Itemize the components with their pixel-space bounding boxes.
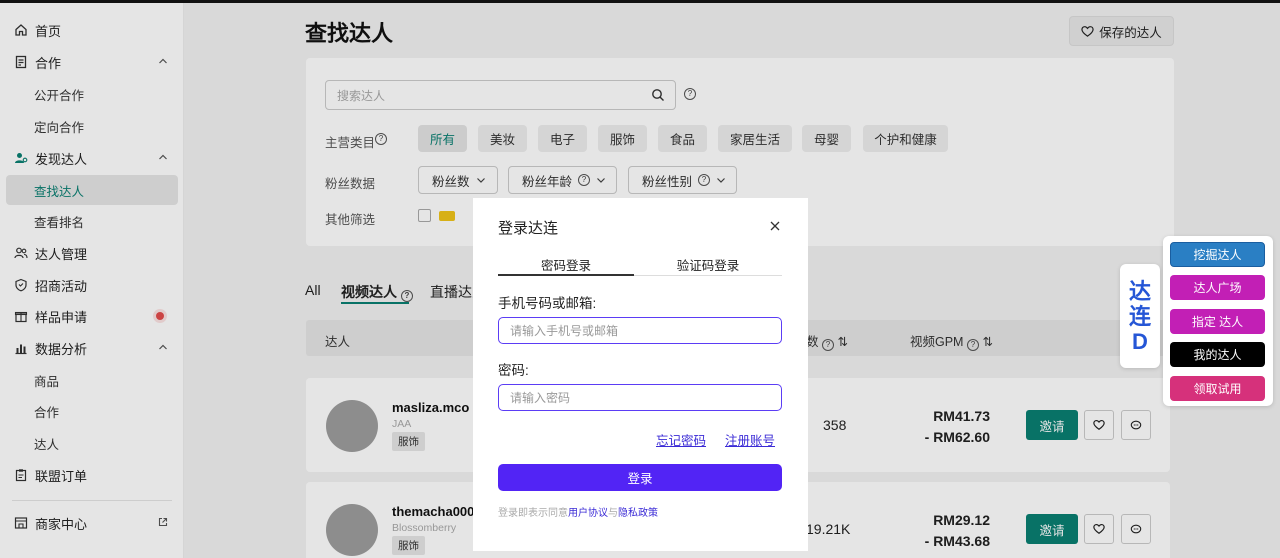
logo-char: 连 <box>1128 303 1151 329</box>
terms-text: 登录即表示同意用户协议与隐私政策 <box>498 504 658 519</box>
extension-free-trial-button[interactable]: 领取试用 <box>1170 376 1265 401</box>
extension-my-creators-button[interactable]: 我的达人 <box>1170 342 1265 367</box>
password-label: 密码: <box>498 363 529 378</box>
phone-label: 手机号码或邮箱: <box>498 296 597 311</box>
register-link[interactable]: 注册账号 <box>725 430 775 449</box>
modal-title: 登录达连 <box>498 220 559 237</box>
window-top-border <box>0 0 1280 3</box>
extension-logo[interactable]: 达 连 D <box>1120 264 1160 368</box>
login-button[interactable]: 登录 <box>498 464 782 491</box>
privacy-policy-link[interactable]: 隐私政策 <box>618 508 658 519</box>
tab-code-login[interactable]: 验证码登录 <box>640 255 776 274</box>
user-agreement-link[interactable]: 用户协议 <box>568 508 608 519</box>
forgot-password-link[interactable]: 忘记密码 <box>656 430 706 449</box>
extension-panel: 挖掘达人 达人广场 指定 达人 我的达人 领取试用 <box>1163 236 1273 406</box>
terms-and: 与 <box>608 508 618 519</box>
extension-assign-creator-button[interactable]: 指定 达人 <box>1170 309 1265 334</box>
login-modal: 登录达连 密码登录 验证码登录 手机号码或邮箱: 请输入手机号或邮箱 密码: 请… <box>473 198 808 551</box>
close-icon[interactable] <box>769 220 781 232</box>
logo-char: D <box>1132 328 1148 354</box>
phone-email-input[interactable]: 请输入手机号或邮箱 <box>498 317 782 344</box>
input-placeholder: 请输入手机号或邮箱 <box>510 324 619 338</box>
tab-password-login[interactable]: 密码登录 <box>498 255 634 274</box>
active-tab-indicator <box>498 274 634 276</box>
terms-prefix: 登录即表示同意 <box>498 508 568 519</box>
logo-char: 达 <box>1128 278 1151 304</box>
input-placeholder: 请输入密码 <box>510 391 571 405</box>
extension-mine-creators-button[interactable]: 挖掘达人 <box>1170 242 1265 267</box>
extension-creator-plaza-button[interactable]: 达人广场 <box>1170 275 1265 300</box>
password-input[interactable]: 请输入密码 <box>498 384 782 411</box>
